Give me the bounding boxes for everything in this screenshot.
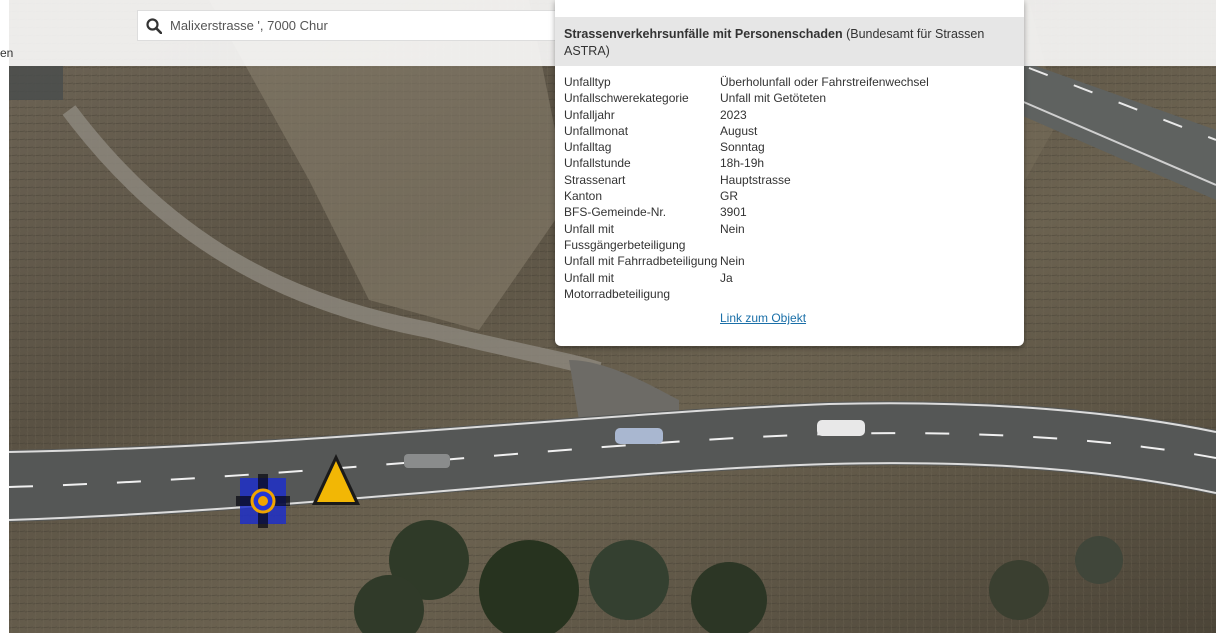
attribute-row: Unfalljahr 2023 bbox=[564, 107, 1015, 123]
attribute-key: Unfallstunde bbox=[564, 156, 631, 171]
attribute-row: Kanton GR bbox=[564, 188, 1015, 204]
search-icon[interactable] bbox=[138, 11, 170, 40]
attribute-value: GR bbox=[720, 189, 738, 204]
attribute-key: Unfallschwerekategorie bbox=[564, 91, 689, 106]
location-target-icon[interactable] bbox=[236, 474, 290, 528]
attribute-key: Unfalltyp bbox=[564, 75, 611, 89]
left-edge-strip bbox=[0, 0, 9, 633]
attribute-key: Kanton bbox=[564, 189, 603, 204]
attribute-row: Unfalltag Sonntag bbox=[564, 139, 1015, 155]
attribute-value: 3901 bbox=[720, 205, 747, 220]
search-input[interactable] bbox=[170, 18, 550, 33]
link-to-object[interactable]: Link zum Objekt bbox=[720, 311, 1015, 325]
attribute-key: Unfalljahr bbox=[564, 107, 615, 122]
popup-attribute-table: Unfalltyp Überholunfall oder Fahrstreifen… bbox=[555, 66, 1024, 325]
attribute-value: Überholunfall oder Fahrstreifenwechsel bbox=[720, 75, 929, 89]
popup-title-bold: Strassenverkehrsunfälle mit Personenscha… bbox=[564, 27, 843, 41]
attribute-key: Unfalltag bbox=[564, 140, 612, 155]
attribute-row: Unfall mit Fussgängerbeteiligung Nein bbox=[564, 221, 1015, 254]
attribute-row: Unfalltyp Überholunfall oder Fahrstreifen… bbox=[564, 74, 1015, 90]
attribute-row: Unfall mit Fahrradbeteiligung Nein bbox=[564, 253, 1015, 269]
left-panel-cut-text: en bbox=[0, 46, 14, 60]
attribute-row: Strassenart Hauptstrasse bbox=[564, 172, 1015, 188]
attribute-key: Strassenart bbox=[564, 172, 626, 187]
attribute-value: 18h-19h bbox=[720, 156, 765, 171]
attribute-value: Ja bbox=[720, 270, 733, 285]
popup-title: Strassenverkehrsunfälle mit Personenscha… bbox=[555, 17, 1024, 66]
search-box[interactable] bbox=[137, 10, 557, 41]
map-overlay-square bbox=[9, 66, 63, 100]
attribute-row: Unfallschwerekategorie Unfall mit Getötet… bbox=[564, 90, 1015, 106]
attribute-key: BFS-Gemeinde-Nr. bbox=[564, 205, 667, 220]
attribute-row: Unfallstunde 18h-19h bbox=[564, 155, 1015, 171]
attribute-row: Unfall mit Motorradbeteiligung Ja bbox=[564, 270, 1015, 303]
attribute-key: Unfallmonat bbox=[564, 123, 629, 138]
attribute-value: Nein bbox=[720, 221, 745, 236]
accident-warning-icon[interactable] bbox=[310, 452, 362, 508]
attribute-value: Unfall mit Getöteten bbox=[720, 91, 827, 106]
attribute-value: Sonntag bbox=[720, 140, 765, 155]
attribute-row: BFS-Gemeinde-Nr. 3901 bbox=[564, 204, 1015, 220]
attribute-value: August bbox=[720, 123, 758, 138]
feature-info-popup: Strassenverkehrsunfälle mit Personenscha… bbox=[555, 0, 1024, 346]
attribute-key: Unfall mit Fahrradbeteiligung bbox=[564, 254, 718, 269]
attribute-value: 2023 bbox=[720, 107, 747, 122]
attribute-key: Unfall mit Fussgängerbeteiligung bbox=[564, 221, 686, 252]
attribute-value: Nein bbox=[720, 254, 745, 269]
attribute-key: Unfall mit Motorradbeteiligung bbox=[564, 270, 671, 301]
attribute-value: Hauptstrasse bbox=[720, 172, 791, 187]
attribute-row: Unfallmonat August bbox=[564, 123, 1015, 139]
